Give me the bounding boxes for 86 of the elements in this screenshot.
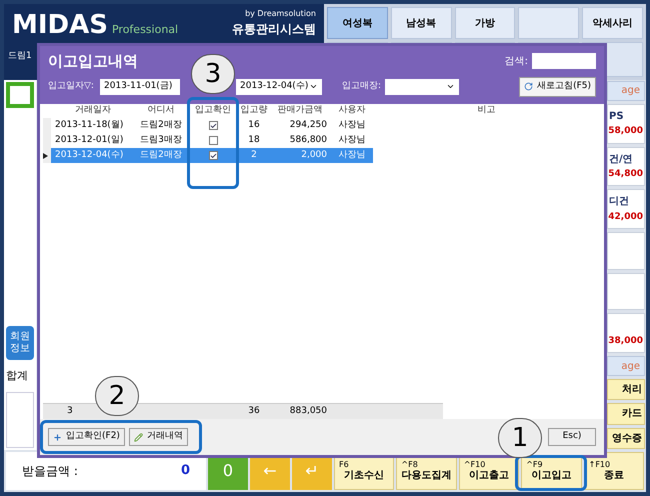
vendor-text: by Dreamsolution — [245, 8, 316, 20]
table-cell-text: 18 — [248, 134, 260, 147]
action-label: 영수증 — [612, 432, 642, 446]
table-cell-text: 2,000 — [301, 148, 327, 162]
input-field[interactable] — [6, 82, 34, 108]
total-label: 합계 — [6, 368, 28, 384]
column-header[interactable]: 판매가금액 — [278, 104, 322, 118]
checkbox[interactable] — [208, 136, 218, 145]
table-cell-text: 586,800 — [290, 134, 327, 147]
store-dropdown[interactable] — [385, 78, 460, 94]
product-name: 디건 — [609, 195, 629, 208]
dialog-button[interactable]: 입고확인(F2) — [48, 428, 125, 446]
date-from-field[interactable]: 2013-11-01(금) — [100, 78, 180, 94]
logo-text: MIDAS — [12, 12, 108, 38]
total-count: 3 — [67, 404, 73, 418]
table-cell-text: 사장님 — [338, 134, 366, 147]
action-label: 카드 — [622, 407, 642, 422]
store-label: 입고매장: — [342, 80, 382, 93]
product-price: 54,800 — [608, 168, 643, 181]
action-button[interactable]: 영수증 — [607, 428, 645, 449]
table-cell-text: 사장님 — [338, 118, 366, 132]
function-key[interactable]: ↑F10 종료 — [584, 452, 644, 490]
checkbox[interactable] — [208, 151, 218, 160]
pencil-icon — [134, 432, 143, 442]
search-label: 검색: — [504, 54, 528, 69]
category-tab[interactable]: 여성복 — [327, 7, 388, 39]
table-cell-text: 294,250 — [290, 118, 327, 132]
table-cell-text: 사장님 — [338, 148, 366, 162]
column-header[interactable]: 사용자 — [338, 104, 366, 118]
column-header[interactable]: 입고량 — [240, 104, 268, 118]
search-field[interactable] — [532, 53, 596, 70]
image-label: age — [621, 360, 640, 374]
column-header[interactable]: 비고 — [478, 104, 496, 118]
close-button[interactable]: Esc) — [548, 428, 596, 446]
action-button[interactable]: 처리 — [607, 379, 645, 400]
checkbox[interactable] — [208, 121, 218, 130]
action-label: 처리 — [622, 383, 642, 398]
table-row[interactable]: 2013-11-18(월) 드림2매장 16 294,250 사장님 — [43, 118, 373, 133]
table-cell-text: 2 — [251, 148, 257, 162]
table-cell-text: 드림2매장 — [140, 118, 182, 132]
empty-tile[interactable] — [607, 272, 645, 310]
product-price: 58,000 — [608, 125, 643, 138]
column-header[interactable]: 거래일자 — [75, 104, 111, 118]
check-icon — [210, 152, 216, 160]
table-cell-text: 2013-11-18(월) — [55, 118, 124, 132]
date-to-field[interactable]: 2013-12-04(수) — [236, 78, 322, 94]
product-tile[interactable]: 디건 42,000 — [607, 189, 645, 230]
dialog-title: 이고입고내역 — [48, 51, 138, 72]
table-cell-text: 16 — [248, 118, 260, 132]
total-amount: 883,050 — [290, 404, 327, 418]
category-tab[interactable]: 남성복 — [390, 7, 452, 39]
table-cell-text: 드림2매장 — [140, 148, 182, 162]
table-cell-text: 드림3매장 — [140, 134, 182, 147]
refresh-icon — [524, 82, 534, 91]
product-tile[interactable]: PS 58,000 — [607, 104, 645, 144]
shop-name: 드림1 — [8, 50, 32, 63]
table-cell-text: 2013-12-04(수) — [55, 148, 124, 162]
category-tab[interactable]: 악세사리 — [582, 7, 643, 39]
due-label: 받을금액 : — [22, 463, 78, 480]
table-row[interactable]: 2013-12-01(일) 드림3매장 18 586,800 사장님 — [43, 133, 373, 148]
date-label: 입고일자▽: — [48, 80, 95, 93]
product-name: PS — [609, 110, 624, 123]
row-pointer-icon — [43, 152, 48, 158]
column-header[interactable]: 어디서 — [148, 104, 174, 118]
image-label: age — [621, 84, 640, 98]
dropdown-icon — [446, 82, 456, 91]
column-header[interactable]: 입고확인 — [195, 104, 231, 118]
empty-tile[interactable] — [607, 232, 645, 270]
product-tile[interactable]: 38,000 — [607, 313, 645, 354]
system-title: 유통관리시스템 — [232, 21, 316, 38]
product-tile[interactable]: 건/연 54,800 — [607, 146, 645, 186]
category-tab[interactable]: 가방 — [454, 7, 516, 39]
dropdown-icon — [309, 82, 318, 91]
product-name: 건/연 — [609, 152, 633, 166]
total-qty: 36 — [248, 404, 260, 418]
refresh-button[interactable]: 새로고침(F5) — [519, 76, 596, 96]
edition-text: Professional — [112, 22, 178, 38]
product-price: 42,000 — [608, 210, 643, 224]
dialog-button[interactable]: 거래내역 — [128, 428, 188, 446]
due-value: 0 — [180, 462, 190, 480]
check-icon — [210, 122, 216, 130]
member-info-button[interactable]: 회원 정보 — [6, 326, 34, 360]
plus-icon — [53, 432, 62, 442]
table-cell-text: 2013-12-01(일) — [55, 134, 124, 147]
product-price: 38,000 — [608, 334, 643, 348]
action-button[interactable]: 카드 — [607, 403, 645, 425]
